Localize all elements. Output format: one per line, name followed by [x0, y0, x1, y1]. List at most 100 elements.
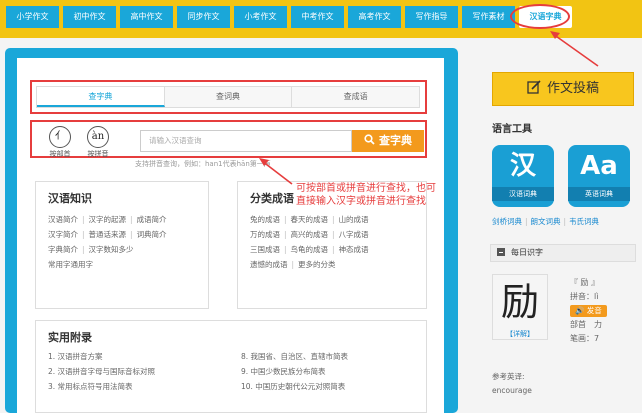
separator: |: [563, 217, 567, 226]
search-tab-2[interactable]: 查成语: [292, 87, 419, 107]
radical-mode-button[interactable]: 亻 按部首: [46, 126, 74, 159]
appendix-link[interactable]: 9. 中国少数民族分布简表: [241, 364, 348, 379]
appendix-link[interactable]: 10. 中国历史朝代公元对照简表: [241, 379, 348, 394]
idioms-link[interactable]: 兔的成语: [250, 215, 280, 224]
reference-translation: 参考英译: encourage: [492, 370, 532, 398]
search-icon: [364, 134, 375, 145]
knowledge-link[interactable]: 常用字通用字: [48, 260, 93, 269]
idioms-link[interactable]: 更多的分类: [298, 260, 336, 269]
char-name: 『 励 』: [570, 278, 600, 287]
chinese-dict-button[interactable]: 汉 汉语词典: [492, 145, 554, 207]
knowledge-title: 汉语知识: [48, 192, 92, 205]
chinese-dict-caption: 汉语词典: [492, 187, 554, 201]
pinyin-value: lì: [594, 292, 599, 301]
english-dict-glyph: Aa: [580, 151, 618, 181]
idioms-link[interactable]: 遗憾的成语: [250, 260, 288, 269]
knowledge-link[interactable]: 汉字简介: [48, 230, 78, 239]
appendix-link[interactable]: 3. 常用标点符号用法简表: [48, 379, 155, 394]
dict-link[interactable]: 朗文词典: [531, 217, 561, 226]
nav-tab-0[interactable]: 小学作文: [6, 6, 59, 28]
knowledge-link[interactable]: 汉字数知多少: [89, 245, 134, 254]
separator: |: [130, 215, 133, 224]
compose-button[interactable]: 作文投稿: [492, 72, 634, 106]
pronounce-button[interactable]: 🔊 发音: [570, 305, 607, 317]
pinyin-mode-button[interactable]: àn 按拼音: [84, 126, 112, 159]
idioms-link[interactable]: 神态成语: [339, 245, 369, 254]
knowledge-link[interactable]: 词典简介: [137, 230, 167, 239]
english-dict-caption: 英语词典: [568, 187, 630, 201]
idioms-link[interactable]: 三国成语: [250, 245, 280, 254]
annotation-line-1: 可按部首或拼音进行查找，也可: [296, 183, 436, 194]
nav-tab-8[interactable]: 写作素材: [462, 6, 515, 28]
separator: |: [284, 245, 287, 254]
main-content: 查字典 查词典 查成语 亻 按部首 àn 按拼音 请输入汉语查询 查字典 支持拼音查…: [17, 58, 444, 413]
ref-value: encourage: [492, 386, 532, 395]
separator: |: [291, 260, 295, 269]
idioms-link[interactable]: 山的成语: [339, 215, 369, 224]
radical-row: 部首 力: [570, 320, 602, 329]
radical-icon: 亻: [49, 126, 71, 148]
strokes-row: 笔画：7: [570, 334, 600, 343]
knowledge-row: 汉语简介 | 汉字的起源 | 成语简介: [48, 212, 208, 227]
tools-title: 语言工具: [492, 124, 532, 135]
dict-link[interactable]: 韦氏词典: [569, 217, 599, 226]
appendix-link[interactable]: 2. 汉语拼音字母与国际音标对照: [48, 364, 155, 379]
annotation-line-2: 直接输入汉字或拼音进行查找: [296, 196, 426, 207]
daily-char-title: 每日识字: [511, 248, 543, 257]
pinyin-mode-label: 按拼音: [87, 150, 109, 158]
idiom-links: 兔的成语 | 春天的成语 | 山的成语 万的成语 | 高兴的成语 | 八字成语 三国成语 | 鸟龟的成语…: [250, 212, 426, 272]
search-tab-0[interactable]: 查字典: [37, 87, 165, 107]
separator: |: [82, 230, 85, 239]
separator: |: [284, 215, 287, 224]
english-dict-button[interactable]: Aa 英语词典: [568, 145, 630, 207]
knowledge-link[interactable]: 成语简介: [137, 215, 167, 224]
search-input[interactable]: 请输入汉语查询: [140, 130, 352, 152]
chinese-dict-glyph: 汉: [509, 151, 536, 181]
idioms-link[interactable]: 八字成语: [339, 230, 369, 239]
appendix-title: 实用附录: [48, 331, 92, 344]
highlight-box-search: 亻 按部首 àn 按拼音 请输入汉语查询 查字典: [30, 120, 427, 158]
nav-tab-2[interactable]: 高中作文: [120, 6, 173, 28]
appendix-left-list: 1. 汉语拼音方案 2. 汉语拼音字母与国际音标对照 3. 常用标点符号用法简表: [48, 349, 155, 394]
appendix-link[interactable]: 1. 汉语拼音方案: [48, 349, 155, 364]
nav-tab-7[interactable]: 写作指导: [405, 6, 458, 28]
nav-tab-5[interactable]: 中考作文: [291, 6, 344, 28]
idioms-link[interactable]: 高兴的成语: [291, 230, 329, 239]
pronounce-label: 发音: [586, 306, 602, 315]
idioms-link[interactable]: 鸟龟的成语: [291, 245, 329, 254]
compose-label: 作文投稿: [546, 81, 599, 96]
nav-tab-6[interactable]: 高考作文: [348, 6, 401, 28]
idioms-link[interactable]: 春天的成语: [291, 215, 329, 224]
knowledge-link[interactable]: 字典简介: [48, 245, 78, 254]
separator: |: [82, 215, 85, 224]
annotation-text: 可按部首或拼音进行查找，也可 直接输入汉字或拼音进行查找: [296, 182, 436, 208]
separator: |: [130, 230, 133, 239]
search-tab-1[interactable]: 查词典: [165, 87, 293, 107]
appendix-panel: 实用附录 1. 汉语拼音方案 2. 汉语拼音字母与国际音标对照 3. 常用标点符号用…: [35, 320, 427, 413]
nav-tab-3[interactable]: 同步作文: [177, 6, 230, 28]
detail-link[interactable]: 【详解】: [493, 329, 547, 339]
daily-char-info: 『 励 』 拼音：lì 🔊 发音 部首 力 笔画：7: [570, 276, 607, 346]
separator: |: [332, 245, 335, 254]
knowledge-link[interactable]: 汉字的起源: [89, 215, 127, 224]
nav-tabs: 小学作文 初中作文 高中作文 同步作文 小考作文 中考作文 高考作文 写作指导 写作素材 汉语字典: [6, 6, 576, 30]
search-button-label: 查字典: [379, 134, 412, 147]
separator: |: [525, 217, 528, 226]
dict-link[interactable]: 剑桥词典: [492, 217, 522, 226]
separator: |: [284, 230, 287, 239]
knowledge-panel: 汉语知识 汉语简介 | 汉字的起源 | 成语简介 汉字简介 | 普通话来源 | 词典简介 字典简介 |…: [35, 181, 209, 309]
idioms-link[interactable]: 万的成语: [250, 230, 280, 239]
highlight-ring: [510, 4, 570, 29]
nav-tab-1[interactable]: 初中作文: [63, 6, 116, 28]
daily-char-image[interactable]: 励 【详解】: [492, 274, 548, 340]
appendix-link[interactable]: 8. 我国省、自治区、直辖市简表: [241, 349, 348, 364]
nav-tab-4[interactable]: 小考作文: [234, 6, 287, 28]
knowledge-link[interactable]: 普通话来源: [89, 230, 127, 239]
dict-links: 剑桥词典 | 朗文词典 | 韦氏词典: [492, 216, 599, 227]
daily-char-header[interactable]: 每日识字: [490, 244, 636, 262]
search-button[interactable]: 查字典: [352, 130, 424, 152]
knowledge-link[interactable]: 汉语简介: [48, 215, 78, 224]
collapse-icon[interactable]: [497, 248, 505, 256]
radical-mode-label: 按部首: [49, 150, 71, 158]
right-sidebar: 作文投稿 语言工具 汉 汉语词典 Aa 英语词典 剑桥词典 | 朗文词典 | 韦氏词典 …: [480, 48, 642, 413]
